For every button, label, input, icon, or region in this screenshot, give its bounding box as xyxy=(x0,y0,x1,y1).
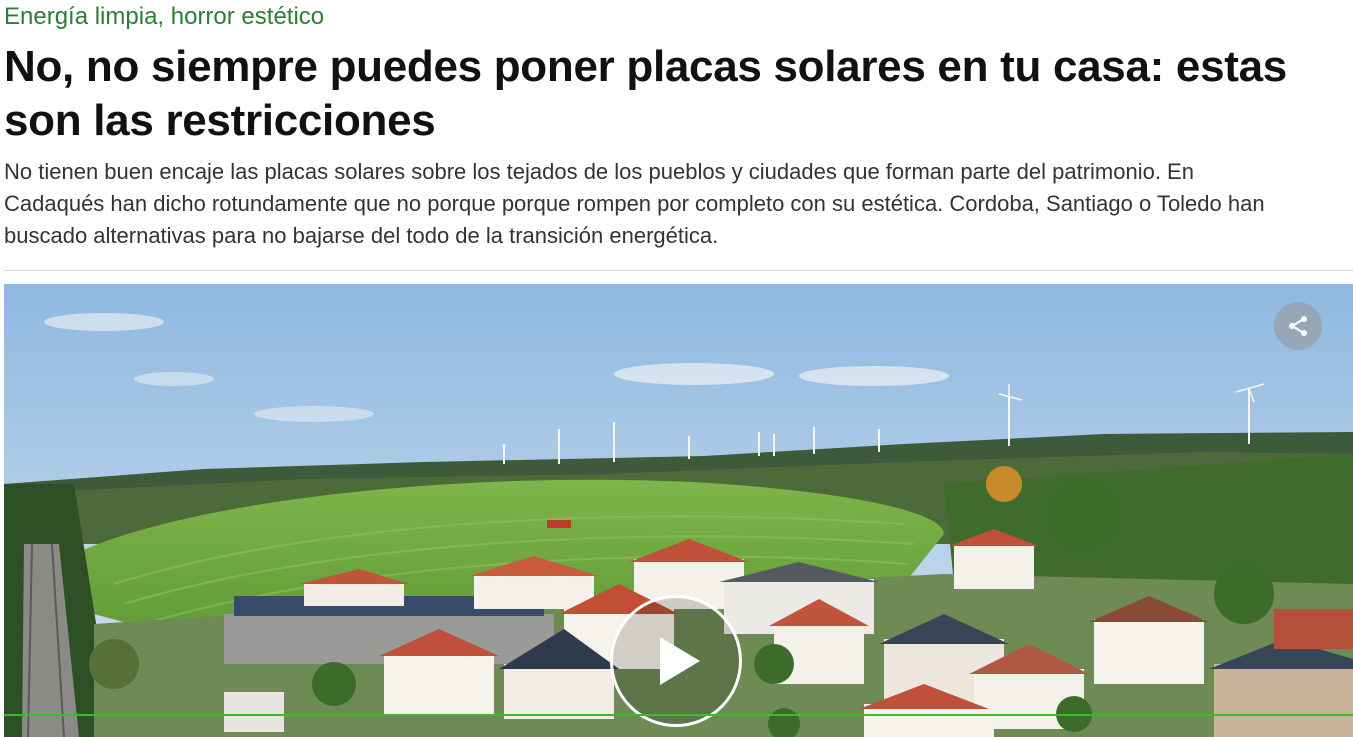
play-icon xyxy=(660,637,700,685)
article-header: Energía limpia, horror estético No, no s… xyxy=(0,0,1353,737)
article-headline: No, no siempre puedes poner placas solar… xyxy=(4,42,1287,145)
play-button[interactable] xyxy=(610,595,742,727)
video-progress-bar[interactable] xyxy=(4,714,1353,716)
video-progress-fill xyxy=(4,714,1353,716)
share-button[interactable] xyxy=(1274,302,1322,350)
video-player[interactable] xyxy=(4,284,1353,737)
article-dek: No tienen buen encaje las placas solares… xyxy=(4,159,1265,248)
header-divider xyxy=(4,270,1353,271)
share-icon xyxy=(1289,316,1307,336)
article-kicker[interactable]: Energía limpia, horror estético xyxy=(4,2,324,32)
